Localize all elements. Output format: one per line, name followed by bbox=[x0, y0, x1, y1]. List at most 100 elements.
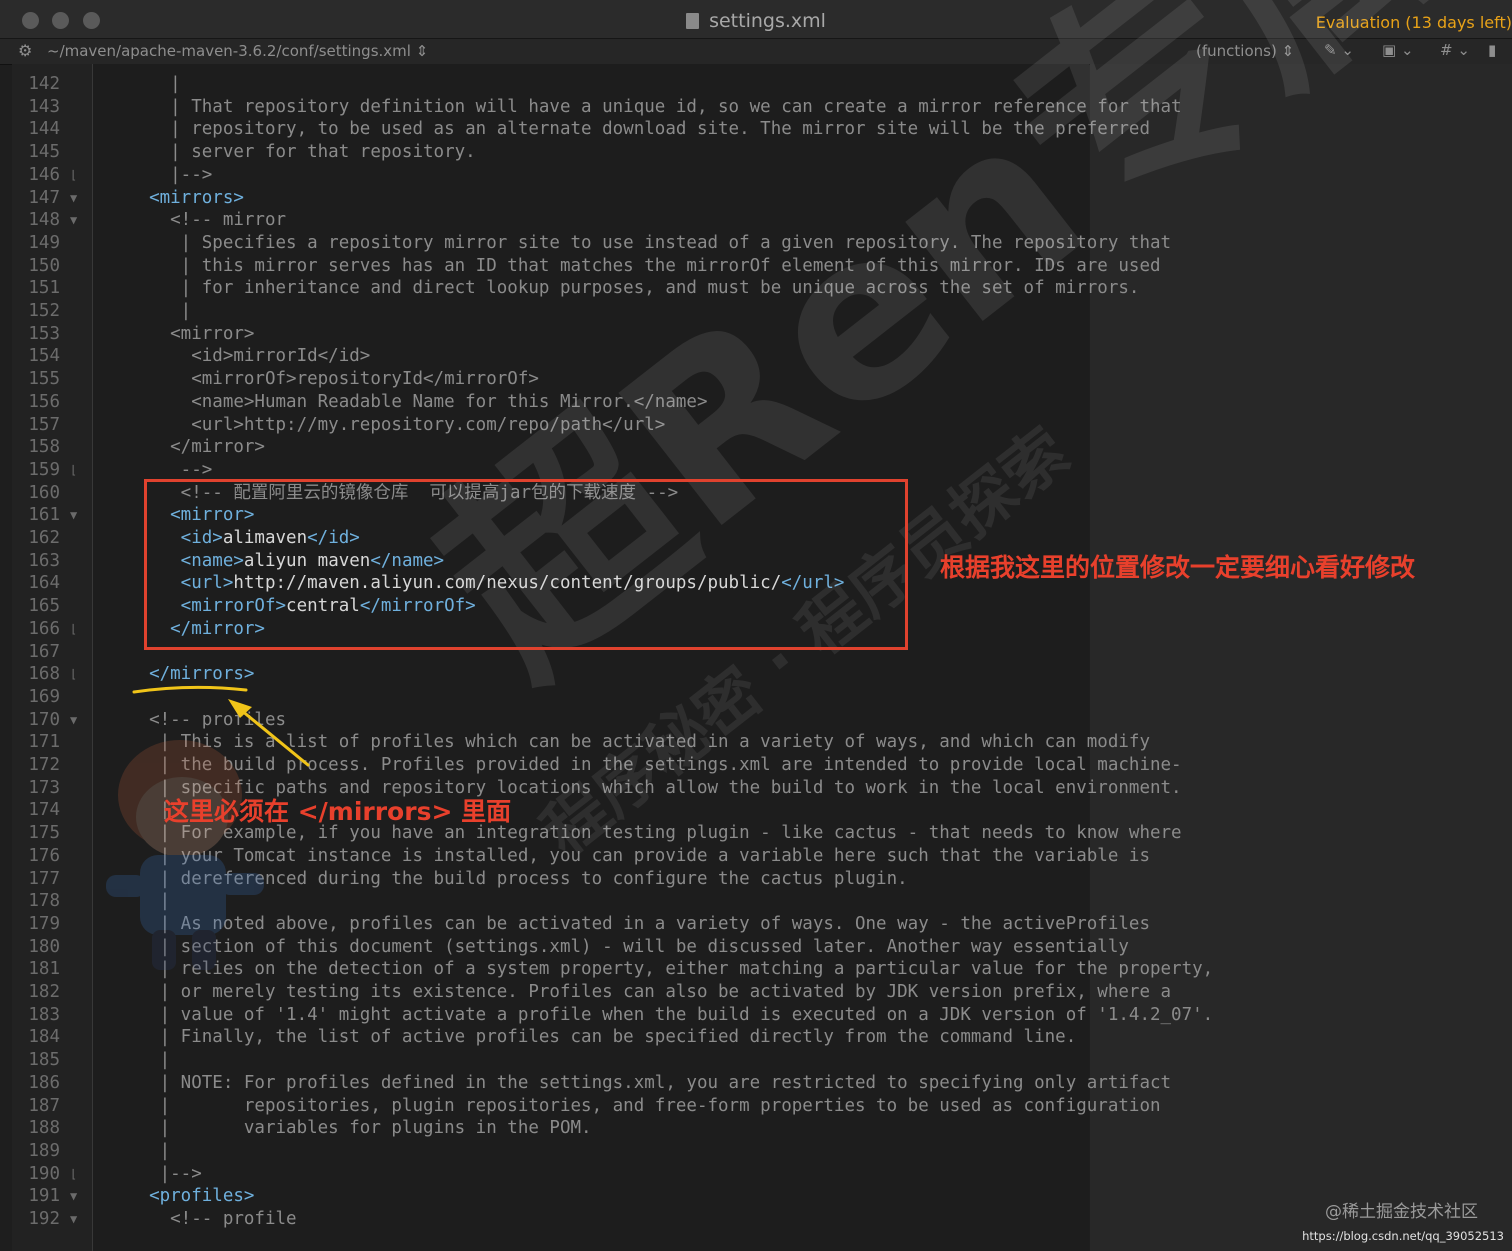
code-line[interactable]: 190 ⌊ |--> bbox=[12, 1163, 1502, 1186]
line-code[interactable]: | value of '1.4' might activate a profil… bbox=[128, 1004, 1214, 1027]
line-number: 145 bbox=[28, 142, 60, 163]
code-line[interactable]: 185 | bbox=[12, 1049, 1502, 1072]
fold-end-icon: ⌊ bbox=[70, 621, 78, 636]
line-code[interactable]: <mirrors> bbox=[128, 187, 244, 210]
line-number: 147 bbox=[28, 187, 60, 208]
code-line[interactable]: 184 | Finally, the list of active profil… bbox=[12, 1026, 1502, 1049]
gear-icon[interactable]: ⚙ bbox=[18, 41, 32, 60]
code-line[interactable]: 179 | As noted above, profiles can be ac… bbox=[12, 913, 1502, 936]
line-number: 156 bbox=[28, 391, 60, 412]
line-number: 160 bbox=[28, 482, 60, 503]
line-code[interactable]: | repositories, plugin repositories, and… bbox=[128, 1095, 1161, 1118]
line-number: 168 bbox=[28, 664, 60, 685]
code-line[interactable]: 171 | This is a list of profiles which c… bbox=[12, 731, 1502, 754]
code-token: | server for that repository. bbox=[128, 142, 476, 163]
line-code[interactable]: | bbox=[128, 1049, 171, 1072]
line-number: 167 bbox=[28, 641, 60, 662]
fold-toggle-icon[interactable]: ▼ bbox=[70, 187, 77, 210]
line-number: 172 bbox=[28, 755, 60, 775]
line-number: 165 bbox=[28, 596, 60, 617]
line-code[interactable]: </mirrors> bbox=[128, 663, 254, 686]
chevron-down-icon: ⌄ bbox=[1457, 41, 1470, 59]
code-token: <profiles> bbox=[128, 1186, 255, 1207]
code-token: </mirror> bbox=[128, 437, 265, 458]
code-line[interactable]: 188 | variables for plugins in the POM. bbox=[12, 1117, 1502, 1140]
line-code[interactable]: | server for that repository. bbox=[128, 141, 476, 164]
document-button[interactable]: ▮ bbox=[1488, 41, 1496, 59]
code-token: <!-- profile bbox=[128, 1209, 297, 1229]
line-code[interactable]: | or merely testing its existence. Profi… bbox=[128, 981, 1171, 1004]
fold-toggle-icon[interactable]: ▼ bbox=[70, 504, 77, 527]
code-line[interactable]: 182 | or merely testing its existence. P… bbox=[12, 981, 1502, 1004]
line-code[interactable]: <mirror> bbox=[128, 323, 254, 346]
code-token: | bbox=[128, 891, 171, 912]
code-line[interactable]: 176 | your Tomcat instance is installed,… bbox=[12, 845, 1502, 868]
line-number: 173 bbox=[28, 777, 60, 798]
line-number: 171 bbox=[28, 732, 60, 753]
line-code[interactable]: | your Tomcat instance is installed, you… bbox=[128, 845, 1150, 868]
code-line[interactable]: 192 ▼ <!-- profile bbox=[12, 1208, 1502, 1231]
line-number: 151 bbox=[28, 278, 60, 299]
file-path: ~/maven/apache-maven-3.6.2/conf/settings… bbox=[47, 42, 411, 60]
code-line[interactable]: 191 ▼ <profiles> bbox=[12, 1185, 1502, 1208]
code-token: | bbox=[128, 74, 181, 94]
fold-end-icon: ⌊ bbox=[70, 167, 78, 182]
code-line[interactable]: 177 | dereferenced during the build proc… bbox=[12, 868, 1502, 891]
line-number: 166 bbox=[28, 618, 60, 639]
line-code[interactable]: | NOTE: For profiles defined in the sett… bbox=[128, 1072, 1171, 1095]
fold-end-icon: ⌊ bbox=[70, 667, 78, 682]
line-code[interactable]: | variables for plugins in the POM. bbox=[128, 1117, 592, 1140]
annotation-right-note: 根据我这里的位置修改一定要细心看好修改 bbox=[940, 553, 1416, 582]
line-code[interactable]: |--> bbox=[128, 164, 212, 187]
line-number: 177 bbox=[28, 868, 60, 889]
code-line[interactable]: 189 | bbox=[12, 1140, 1502, 1163]
line-code[interactable]: | Finally, the list of active profiles c… bbox=[128, 1026, 1077, 1049]
fold-toggle-icon[interactable]: ▼ bbox=[70, 1185, 77, 1208]
line-number: 144 bbox=[28, 119, 60, 140]
line-code[interactable]: | bbox=[128, 890, 171, 913]
line-code[interactable]: <!-- profile bbox=[128, 1208, 297, 1231]
line-number: 170 bbox=[28, 709, 60, 730]
line-number: 176 bbox=[28, 845, 60, 866]
code-line[interactable]: 186 | NOTE: For profiles defined in the … bbox=[12, 1072, 1502, 1095]
file-path-selector[interactable]: ~/maven/apache-maven-3.6.2/conf/settings… bbox=[47, 42, 428, 60]
fold-toggle-icon[interactable]: ▼ bbox=[70, 1208, 77, 1231]
line-number: 187 bbox=[28, 1095, 60, 1116]
line-code[interactable]: <!-- profiles bbox=[128, 709, 286, 732]
code-token: | variables for plugins in the POM. bbox=[128, 1118, 592, 1139]
line-code[interactable]: <!-- mirror bbox=[128, 209, 286, 232]
code-line[interactable]: 181 | relies on the detection of a syste… bbox=[12, 958, 1502, 981]
code-token: |--> bbox=[128, 1163, 202, 1184]
line-code[interactable]: |--> bbox=[128, 1163, 202, 1186]
line-code[interactable]: | section of this document (settings.xml… bbox=[128, 936, 1129, 959]
code-token: | bbox=[128, 301, 192, 321]
code-line[interactable]: 183 | value of '1.4' might activate a pr… bbox=[12, 1004, 1502, 1027]
line-code[interactable]: | As noted above, profiles can be activa… bbox=[128, 913, 1150, 936]
code-line[interactable]: 172 | the build process. Profiles provid… bbox=[12, 754, 1502, 777]
fold-end-icon: ⌊ bbox=[70, 462, 78, 477]
fold-toggle-icon[interactable]: ▼ bbox=[70, 209, 77, 232]
line-number: 164 bbox=[28, 573, 60, 594]
line-number: 154 bbox=[28, 346, 60, 367]
line-code[interactable]: <profiles> bbox=[128, 1185, 254, 1208]
fold-toggle-icon[interactable]: ▼ bbox=[70, 709, 77, 732]
line-code[interactable]: | dereferenced during the build process … bbox=[128, 868, 908, 891]
line-number: 142 bbox=[28, 74, 60, 94]
line-code[interactable]: | bbox=[128, 300, 192, 323]
line-code[interactable]: | relies on the detection of a system pr… bbox=[128, 958, 1214, 981]
line-number: 180 bbox=[28, 936, 60, 957]
code-token: | dereferenced during the build process … bbox=[128, 868, 908, 889]
credit-site: @稀土掘金技术社区 bbox=[1325, 1202, 1478, 1222]
code-line[interactable]: 180 | section of this document (settings… bbox=[12, 936, 1502, 959]
updown-icon: ⇕ bbox=[415, 42, 429, 60]
line-code[interactable]: </mirror> bbox=[128, 436, 265, 459]
line-code[interactable]: <id>mirrorId</id> bbox=[128, 345, 370, 368]
line-code[interactable]: | bbox=[128, 73, 181, 96]
line-code[interactable]: | bbox=[128, 1140, 171, 1163]
code-line[interactable]: 187 | repositories, plugin repositories,… bbox=[12, 1095, 1502, 1118]
line-number: 143 bbox=[28, 96, 60, 117]
code-line[interactable]: 178 | bbox=[12, 890, 1502, 913]
code-token: | bbox=[128, 1050, 171, 1071]
line-number: 169 bbox=[28, 686, 60, 707]
code-token: <!-- profiles bbox=[128, 709, 287, 730]
